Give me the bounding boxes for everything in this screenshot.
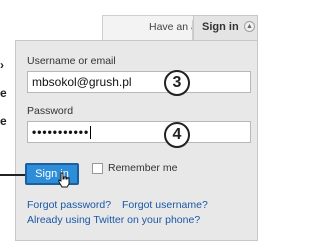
callout-3: 3: [164, 70, 190, 96]
remember-label: Remember me: [108, 162, 178, 174]
callout-4: 4: [164, 122, 190, 148]
text-caret: [90, 126, 92, 140]
password-value: •••••••••••: [32, 125, 90, 139]
up-triangle-icon[interactable]: ▲: [244, 21, 255, 32]
edge-text-2: e: [0, 86, 7, 100]
password-label: Password: [27, 105, 74, 117]
hand-pointer-icon: [58, 172, 70, 188]
twitter-phone-link[interactable]: Already using Twitter on your phone?: [27, 214, 200, 226]
username-label: Username or email: [27, 55, 116, 67]
edge-text-1: ›: [0, 58, 4, 72]
forgot-password-link[interactable]: Forgot password?: [27, 199, 111, 211]
edge-text-3: e: [0, 114, 7, 128]
pointer-line: [0, 174, 27, 176]
forgot-username-link[interactable]: Forgot username?: [122, 199, 208, 211]
signin-tab-label: Sign in: [202, 21, 239, 33]
username-value: mbsokol@grush.pl: [32, 75, 132, 89]
password-field[interactable]: •••••••••••: [27, 121, 251, 143]
username-field[interactable]: mbsokol@grush.pl: [27, 71, 251, 93]
remember-checkbox[interactable]: [92, 163, 103, 174]
